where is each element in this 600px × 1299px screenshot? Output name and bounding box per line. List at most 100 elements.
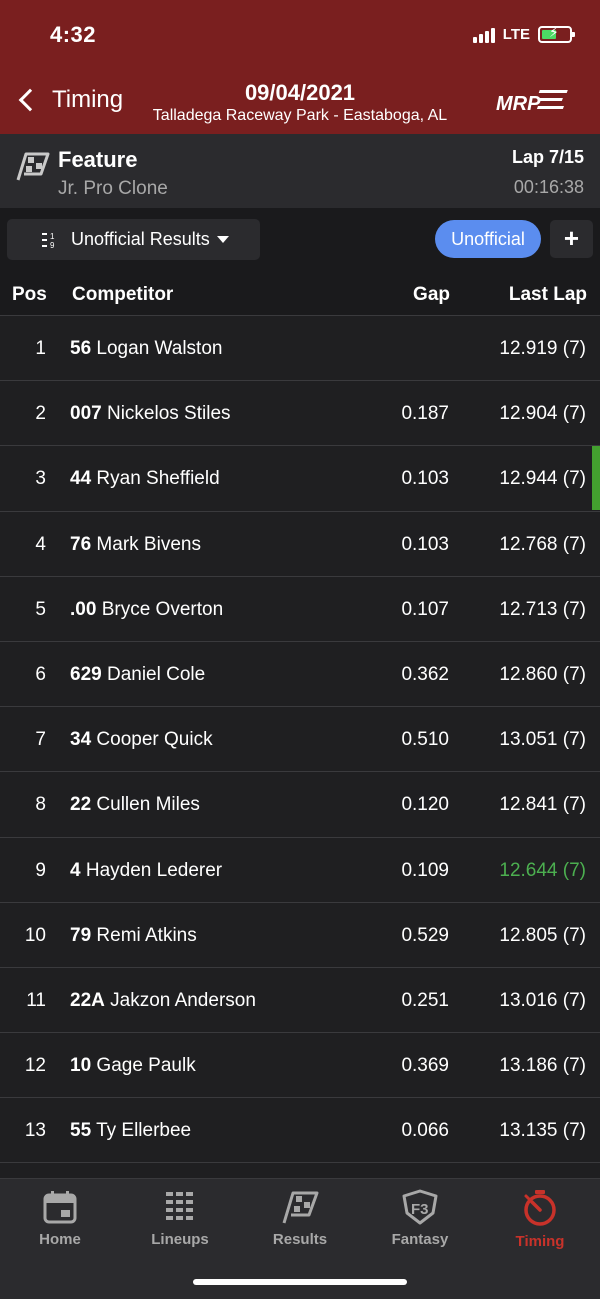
svg-text:F3: F3 [411,1201,429,1218]
row-pos: 1 [35,338,46,359]
row-gap: 0.510 [401,729,449,751]
table-row[interactable]: 8 22 Cullen Miles 0.120 12.841 (7) [0,772,600,838]
row-gap: 0.120 [401,794,449,816]
row-pos: 8 [35,794,46,816]
car-number: 56 [70,338,92,359]
tab-results[interactable]: Results [240,1189,360,1248]
row-competitor: 629 Daniel Cole [70,664,205,686]
car-number: 007 [70,403,102,425]
car-number: 4 [70,859,81,881]
row-last-lap: 12.944 (7) [499,468,586,490]
tab-home[interactable]: Home [0,1189,120,1248]
table-row[interactable]: 6 629 Daniel Cole 0.362 12.860 (7) [0,642,600,708]
col-competitor: Competitor [72,284,174,305]
row-pos: 13 [24,1120,46,1142]
driver-name: Bryce Overton [101,598,224,620]
mrp-logo: MRP [496,90,568,115]
row-last-lap: 12.919 (7) [499,338,586,359]
row-gap: 0.529 [401,924,449,946]
results-list: 1 56 Logan Walston 12.919 (7) 2 007 Nick… [0,316,600,1164]
dropdown-label: Unofficial Results [71,229,210,249]
driver-name: Daniel Cole [106,663,206,685]
tab-label: Timing [515,1233,565,1250]
row-competitor: 22 Cullen Miles [70,794,200,816]
tab-timing[interactable]: Timing [480,1189,600,1250]
table-row[interactable]: 10 79 Remi Atkins 0.529 12.805 (7) [0,903,600,968]
fantasy-shield-icon: F3 [402,1189,438,1225]
row-pos: 6 [35,663,46,685]
car-number: .00 [70,598,97,620]
row-gap: 0.103 [401,533,449,555]
car-number: 44 [70,468,92,490]
table-row[interactable]: 2 007 Nickelos Stiles 0.187 12.904 (7) [0,381,600,447]
event-title: Feature [58,147,138,172]
row-competitor: 34 Cooper Quick [70,729,213,751]
row-gap: 0.187 [401,403,449,425]
row-gap: 0.362 [401,663,449,685]
row-last-lap: 12.904 (7) [499,403,586,425]
car-number: 22A [70,989,105,1011]
row-pos: 12 [24,1055,46,1077]
driver-name: Gage Paulk [96,1055,196,1077]
tab-label: Fantasy [391,1231,449,1248]
row-competitor: 55 Ty Ellerbee [70,1120,191,1142]
row-last-lap: 13.016 (7) [499,989,586,1011]
driver-name: Logan Walston [96,338,223,359]
tab-label: Home [39,1231,81,1248]
row-last-lap: 12.841 (7) [499,794,586,816]
checkered-flag-icon [282,1191,319,1224]
car-number: 629 [70,663,102,685]
lineups-icon [166,1192,193,1220]
table-row[interactable]: 9 4 Hayden Lederer 0.109 12.644 (7) [0,838,600,903]
calendar-icon [43,1191,77,1224]
status-icons: LTE ⚡ [472,25,575,43]
driver-name: Mark Bivens [96,533,201,555]
row-last-lap: 12.768 (7) [499,533,586,555]
table-row[interactable]: 13 55 Ty Ellerbee 0.066 13.135 (7) [0,1098,600,1164]
battery-icon: ⚡ [538,25,575,43]
table-row[interactable]: 12 10 Gage Paulk 0.369 13.186 (7) [0,1033,600,1099]
home-indicator[interactable] [193,1279,407,1285]
car-number: 76 [70,533,92,555]
status-pill[interactable]: Unofficial [435,220,541,258]
svg-text:1: 1 [50,232,55,241]
tab-lineups[interactable]: Lineups [120,1189,240,1248]
row-gap: 0.369 [401,1055,449,1077]
tab-label: Lineups [151,1231,209,1248]
driver-name: Nickelos Stiles [106,403,231,425]
table-row[interactable]: 1 56 Logan Walston 12.919 (7) [0,316,600,382]
row-pos: 11 [26,989,46,1011]
row-last-lap: 12.805 (7) [499,924,586,946]
row-pos: 5 [35,598,46,620]
tab-label: Results [272,1231,328,1248]
svg-text:9: 9 [50,241,55,249]
driver-name: Hayden Lederer [85,859,223,881]
row-pos: 2 [35,403,46,425]
driver-name: Ty Ellerbee [96,1120,192,1142]
table-row[interactable]: 4 76 Mark Bivens 0.103 12.768 (7) [0,512,600,577]
car-number: 79 [70,924,92,946]
row-pos: 9 [35,859,46,881]
row-competitor: 44 Ryan Sheffield [70,468,220,490]
row-pos: 7 [35,729,46,751]
tab-fantasy[interactable]: F3 Fantasy [360,1189,480,1248]
status-time: 4:32 [50,22,97,47]
driver-name: Ryan Sheffield [96,468,220,490]
table-row[interactable]: 7 34 Cooper Quick 0.510 13.051 (7) [0,707,600,773]
car-number: 22 [70,794,92,816]
row-competitor: 007 Nickelos Stiles [70,403,231,425]
col-gap: Gap [413,284,450,305]
car-number: 10 [70,1055,92,1077]
add-button[interactable]: + [550,220,593,258]
row-gap: 0.107 [401,598,449,620]
col-last-lap: Last Lap [508,284,587,305]
table-row[interactable]: 5 .00 Bryce Overton 0.107 12.713 (7) [0,577,600,642]
driver-name: Cooper Quick [96,729,213,751]
table-row[interactable]: 3 44 Ryan Sheffield 0.103 12.944 (7) [0,446,600,512]
col-pos: Pos [12,284,47,305]
event-class: Jr. Pro Clone [58,178,168,199]
row-competitor: 79 Remi Atkins [70,925,197,947]
row-pos: 3 [35,468,46,490]
table-row[interactable]: 11 22A Jakzon Anderson 0.251 13.016 (7) [0,968,600,1034]
results-type-dropdown[interactable]: 1 9 Unofficial Results [7,219,260,260]
